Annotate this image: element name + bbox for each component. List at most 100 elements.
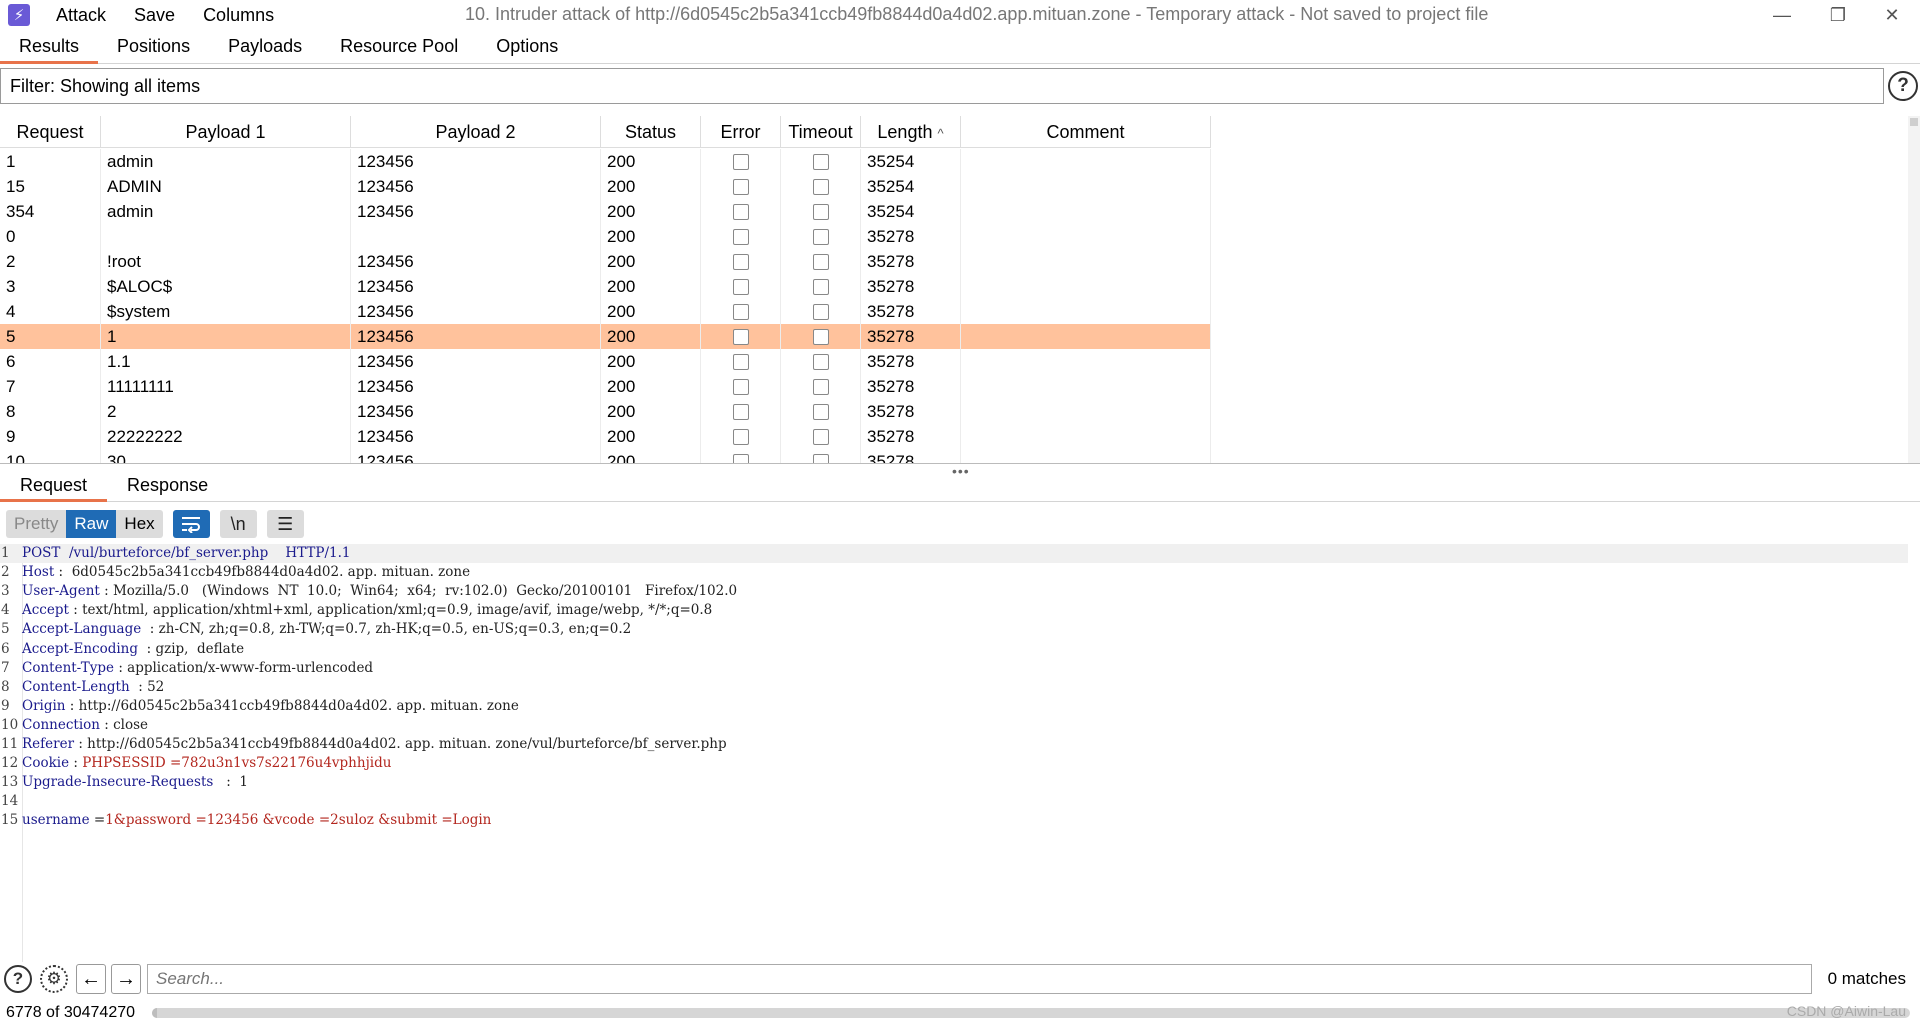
cell-request: 2 xyxy=(0,249,101,274)
header-name: Connection xyxy=(22,716,100,733)
error-checkbox[interactable] xyxy=(732,303,749,320)
error-checkbox[interactable] xyxy=(732,278,749,295)
help-icon[interactable]: ? xyxy=(4,965,32,993)
cell-status: 200 xyxy=(601,449,701,463)
col-request[interactable]: Request xyxy=(0,116,101,148)
error-checkbox[interactable] xyxy=(732,153,749,170)
col-status[interactable]: Status xyxy=(601,116,701,148)
table-row[interactable]: 15 ADMIN 123456 200 35254 xyxy=(0,174,1211,199)
error-checkbox[interactable] xyxy=(732,328,749,345)
timeout-checkbox[interactable] xyxy=(812,253,829,270)
tab-options[interactable]: Options xyxy=(477,30,577,64)
cell-payload1: !root xyxy=(101,249,351,274)
tab-payloads[interactable]: Payloads xyxy=(209,30,321,64)
error-checkbox[interactable] xyxy=(732,228,749,245)
cell-comment xyxy=(961,449,1211,463)
timeout-checkbox[interactable] xyxy=(812,453,829,463)
timeout-checkbox[interactable] xyxy=(812,428,829,445)
cell-timeout xyxy=(781,299,861,324)
editor-line: 12 Cookie : PHPSESSID =782u3n1vs7s22176u4… xyxy=(0,754,1908,773)
table-row[interactable]: 2 !root 123456 200 35278 xyxy=(0,249,1211,274)
timeout-checkbox[interactable] xyxy=(812,403,829,420)
cell-request: 4 xyxy=(0,299,101,324)
tab-resource-pool[interactable]: Resource Pool xyxy=(321,30,477,64)
error-checkbox[interactable] xyxy=(732,203,749,220)
line-number: 8 xyxy=(1,678,10,695)
timeout-checkbox[interactable] xyxy=(812,303,829,320)
editor-line: 14 xyxy=(0,792,1908,811)
line-number: 10 xyxy=(1,716,19,733)
table-row[interactable]: 354 admin 123456 200 35254 xyxy=(0,199,1211,224)
error-checkbox[interactable] xyxy=(732,353,749,370)
menu-icon[interactable]: ☰ xyxy=(266,510,304,538)
error-checkbox[interactable] xyxy=(732,428,749,445)
table-row[interactable]: 1 admin 123456 200 35254 xyxy=(0,149,1211,174)
minimize-icon[interactable]: — xyxy=(1754,0,1810,30)
restore-icon[interactable]: ❐ xyxy=(1810,0,1866,30)
cell-payload2: 123456 xyxy=(351,399,601,424)
header-value: : 1 xyxy=(213,774,248,791)
cell-request: 0 xyxy=(0,224,101,249)
table-row[interactable]: 4 $system 123456 200 35278 xyxy=(0,299,1211,324)
col-error[interactable]: Error xyxy=(701,116,781,148)
table-row[interactable]: 3 $ALOC$ 123456 200 35278 xyxy=(0,274,1211,299)
timeout-checkbox[interactable] xyxy=(812,278,829,295)
menu-save[interactable]: Save xyxy=(134,5,175,26)
header-value: : 6d0545c2b5a341ccb49fb8844d0a4d02. app.… xyxy=(54,564,471,581)
tab-response[interactable]: Response xyxy=(107,470,228,502)
raw-button[interactable]: Raw xyxy=(66,510,117,538)
timeout-checkbox[interactable] xyxy=(812,203,829,220)
timeout-checkbox[interactable] xyxy=(812,378,829,395)
line-number: 7 xyxy=(1,659,10,676)
cell-payload2: 123456 xyxy=(351,324,601,349)
editor-line: 5 Accept-Language : zh-CN, zh;q=0.8, zh-T… xyxy=(0,620,1908,639)
editor-toolbar: Pretty Raw Hex \n ☰ xyxy=(6,510,304,538)
help-icon[interactable]: ? xyxy=(1888,71,1918,101)
col-payload1[interactable]: Payload 1 xyxy=(101,116,351,148)
cell-payload2 xyxy=(351,224,601,249)
tab-positions[interactable]: Positions xyxy=(98,30,209,64)
header-value: : Mozilla/5.0 (Windows NT 10.0; Win64; x… xyxy=(99,583,738,600)
request-editor[interactable]: 1 POST /vul/burteforce/bf_server.php HTTP… xyxy=(0,544,1908,962)
timeout-checkbox[interactable] xyxy=(812,353,829,370)
close-icon[interactable]: ✕ xyxy=(1864,0,1920,30)
show-newlines-button[interactable]: \n xyxy=(219,510,257,538)
hex-button[interactable]: Hex xyxy=(116,510,163,538)
error-checkbox[interactable] xyxy=(732,253,749,270)
timeout-checkbox[interactable] xyxy=(812,153,829,170)
filter-bar[interactable]: Filter: Showing all items xyxy=(0,68,1884,104)
wrap-lines-icon[interactable] xyxy=(172,510,210,538)
table-row[interactable]: 5 1 123456 200 35278 xyxy=(0,324,1211,349)
cell-error xyxy=(701,424,781,449)
timeout-checkbox[interactable] xyxy=(812,328,829,345)
col-payload2[interactable]: Payload 2 xyxy=(351,116,601,148)
table-row[interactable]: 9 22222222 123456 200 35278 xyxy=(0,424,1211,449)
table-row[interactable]: 0 200 35278 xyxy=(0,224,1211,249)
gear-icon[interactable]: ⚙ xyxy=(40,965,68,993)
error-checkbox[interactable] xyxy=(732,378,749,395)
pretty-button[interactable]: Pretty xyxy=(6,510,67,538)
menu-columns[interactable]: Columns xyxy=(203,5,274,26)
error-checkbox[interactable] xyxy=(732,453,749,463)
menu-attack[interactable]: Attack xyxy=(56,5,106,26)
timeout-checkbox[interactable] xyxy=(812,178,829,195)
col-timeout[interactable]: Timeout xyxy=(781,116,861,148)
cell-error xyxy=(701,174,781,199)
table-row[interactable]: 6 1.1 123456 200 35278 xyxy=(0,349,1211,374)
table-row[interactable]: 7 11111111 123456 200 35278 xyxy=(0,374,1211,399)
header-name: POST /vul/burteforce/bf_server.php HTTP/… xyxy=(22,545,351,561)
table-row[interactable]: 8 2 123456 200 35278 xyxy=(0,399,1211,424)
line-number: 4 xyxy=(1,602,10,619)
col-length[interactable]: Length ^ xyxy=(861,116,961,148)
search-input[interactable] xyxy=(147,964,1812,994)
table-scrollbar[interactable] xyxy=(1908,116,1920,463)
error-checkbox[interactable] xyxy=(732,403,749,420)
timeout-checkbox[interactable] xyxy=(812,228,829,245)
arrow-left-icon[interactable]: ← xyxy=(76,964,106,994)
error-checkbox[interactable] xyxy=(732,178,749,195)
table-row[interactable]: 10 30 123456 200 35278 xyxy=(0,449,1211,463)
col-comment[interactable]: Comment xyxy=(961,116,1211,148)
tab-results[interactable]: Results xyxy=(0,30,99,64)
tab-request[interactable]: Request xyxy=(0,470,108,502)
arrow-right-icon[interactable]: → xyxy=(111,964,141,994)
